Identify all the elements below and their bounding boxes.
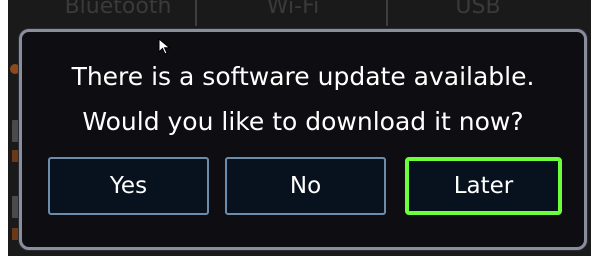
background-list-fragment	[12, 228, 18, 240]
tab-usb[interactable]: USB	[398, 0, 558, 26]
dialog-message-line-2: Would you like to download it now?	[82, 107, 524, 136]
later-button-label: Later	[453, 173, 514, 199]
tab-wifi-label: Wi-Fi	[266, 0, 320, 19]
dialog-message-line-1: There is a software update available.	[71, 62, 535, 91]
tab-bluetooth-label: Bluetooth	[64, 0, 172, 19]
tab-divider	[195, 0, 197, 26]
tab-wifi[interactable]: Wi-Fi	[208, 0, 378, 26]
no-button-label: No	[289, 173, 322, 199]
dialog-message: There is a software update available. Wo…	[22, 54, 584, 144]
tab-divider	[386, 0, 388, 26]
mouse-pointer-icon	[158, 38, 171, 55]
software-update-dialog: There is a software update available. Wo…	[19, 29, 587, 250]
yes-button[interactable]: Yes	[48, 157, 209, 215]
no-button[interactable]: No	[225, 157, 386, 215]
later-button[interactable]: Later	[405, 157, 562, 215]
yes-button-label: Yes	[109, 173, 148, 199]
tab-usb-label: USB	[455, 0, 501, 19]
background-tab-bar: Bluetooth Wi-Fi USB	[8, 0, 583, 26]
background-list-fragment	[12, 150, 18, 162]
tab-bluetooth[interactable]: Bluetooth	[38, 0, 198, 26]
